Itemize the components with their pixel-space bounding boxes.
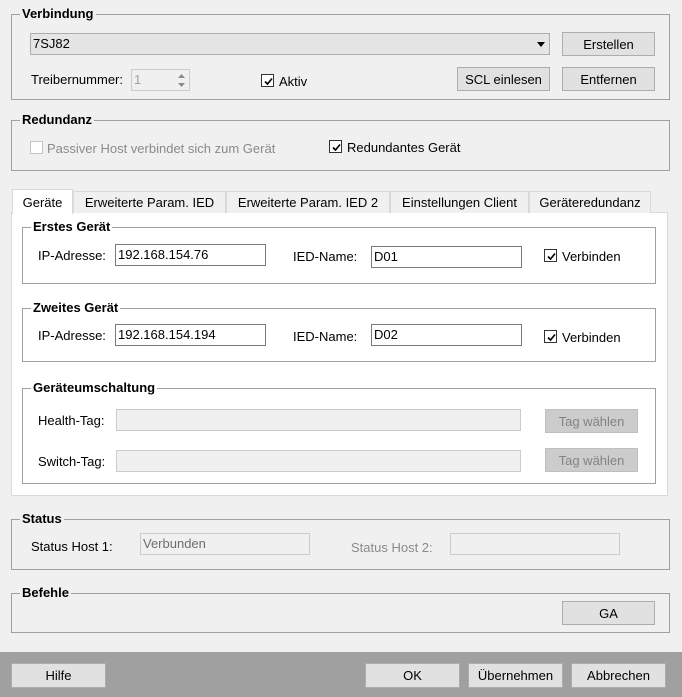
cancel-button[interactable]: Abbrechen	[571, 663, 666, 688]
first-ip-label: IP-Adresse:	[38, 248, 106, 263]
second-device-group-title: Zweites Gerät	[31, 300, 121, 316]
redundant-device-label: Redundantes Gerät	[347, 140, 461, 155]
redundancy-group-title: Redundanz	[20, 112, 95, 128]
active-checkbox[interactable]	[261, 74, 274, 87]
tab-device-redundancy[interactable]: Geräteredundanz	[529, 191, 651, 213]
status-host1-label: Status Host 1:	[31, 539, 113, 554]
status-host2-field	[450, 533, 620, 555]
passive-host-checkbox[interactable]	[30, 141, 43, 154]
tab-extended-ied-2[interactable]: Erweiterte Param. IED 2	[226, 191, 390, 213]
checkmark-icon	[547, 252, 556, 261]
checkmark-icon	[264, 77, 273, 86]
second-connect-label: Verbinden	[562, 330, 621, 345]
ga-button[interactable]: GA	[562, 601, 655, 625]
checkmark-icon	[547, 333, 556, 342]
remove-button[interactable]: Entfernen	[562, 67, 655, 91]
tab-devices[interactable]: Geräte	[12, 189, 73, 214]
second-ip-label: IP-Adresse:	[38, 328, 106, 343]
dropdown-arrow-icon[interactable]	[537, 42, 545, 47]
tab-extended-ied[interactable]: Erweiterte Param. IED	[73, 191, 226, 213]
first-connect-label: Verbinden	[562, 249, 621, 264]
first-connect-checkbox[interactable]	[544, 249, 557, 262]
driver-number-value: 1	[134, 72, 142, 87]
tab-client-settings[interactable]: Einstellungen Client	[390, 191, 529, 213]
status-host2-label: Status Host 2:	[351, 540, 433, 555]
stepper-down-icon[interactable]	[175, 80, 188, 89]
device-switching-group-title: Geräteumschaltung	[31, 380, 158, 396]
redundant-device-checkbox[interactable]	[329, 140, 342, 153]
commands-group-title: Befehle	[20, 585, 71, 601]
health-tag-choose-button[interactable]: Tag wählen	[545, 409, 638, 433]
active-label: Aktiv	[279, 74, 308, 89]
create-button[interactable]: Erstellen	[562, 32, 655, 56]
driver-number-stepper[interactable]: 1	[131, 69, 190, 91]
apply-button[interactable]: Übernehmen	[468, 663, 563, 688]
first-device-group-title: Erstes Gerät	[31, 219, 113, 235]
first-ip-input[interactable]: 192.168.154.76	[115, 244, 266, 266]
first-ied-label: IED-Name:	[293, 249, 358, 264]
health-tag-label: Health-Tag:	[38, 413, 105, 428]
status-host1-field: Verbunden	[140, 533, 310, 555]
help-button[interactable]: Hilfe	[11, 663, 106, 688]
checkmark-icon	[332, 143, 341, 152]
driver-number-label: Treibernummer:	[31, 72, 123, 87]
switch-tag-label: Switch-Tag:	[38, 454, 106, 469]
first-ied-input[interactable]: D01	[371, 246, 522, 268]
second-ip-input[interactable]: 192.168.154.194	[115, 324, 266, 346]
second-ied-label: IED-Name:	[293, 329, 358, 344]
connection-group-title: Verbindung	[20, 6, 96, 22]
switch-tag-choose-button[interactable]: Tag wählen	[545, 448, 638, 472]
health-tag-input[interactable]	[116, 409, 521, 431]
second-ied-input[interactable]: D02	[371, 324, 522, 346]
status-group-title: Status	[20, 511, 64, 527]
stepper-up-icon[interactable]	[175, 71, 188, 80]
scl-import-button[interactable]: SCL einlesen	[457, 67, 550, 91]
switch-tag-input[interactable]	[116, 450, 521, 472]
second-connect-checkbox[interactable]	[544, 330, 557, 343]
ok-button[interactable]: OK	[365, 663, 460, 688]
device-select[interactable]: 7SJ82	[30, 33, 550, 55]
passive-host-label: Passiver Host verbindet sich zum Gerät	[47, 141, 276, 156]
device-select-value: 7SJ82	[33, 36, 70, 51]
